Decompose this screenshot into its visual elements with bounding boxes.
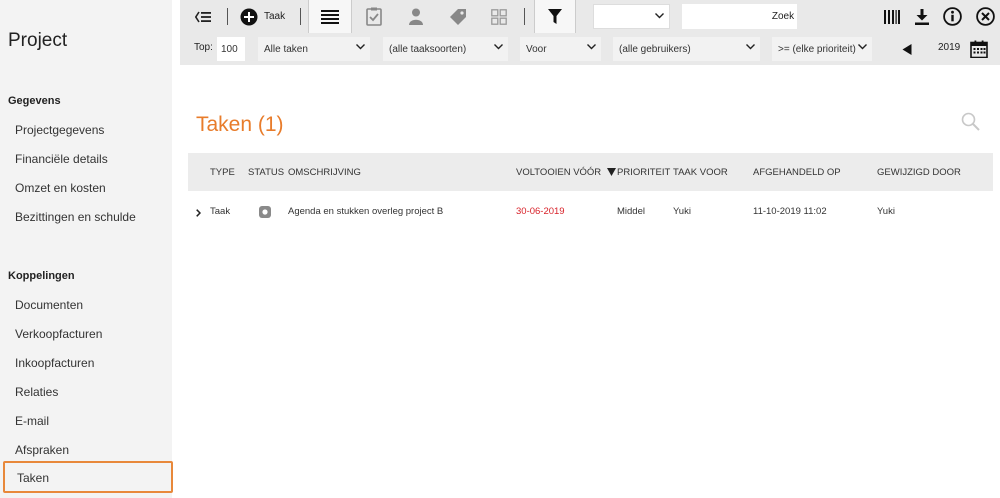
sidebar-item-omzet-en-kosten[interactable]: Omzet en kosten bbox=[15, 181, 106, 195]
sidebar: Project Gegevens Projectgegevens Financi… bbox=[0, 0, 173, 498]
row-due-date: 30-06-2019 bbox=[516, 206, 565, 217]
chevron-down-icon bbox=[356, 44, 365, 50]
sidebar-item-projectgegevens[interactable]: Projectgegevens bbox=[15, 123, 104, 137]
users-value: (alle gebruikers) bbox=[619, 43, 691, 55]
row-priority: Middel bbox=[617, 206, 645, 217]
date-mode-value: Voor bbox=[526, 43, 547, 55]
top-label: Top: bbox=[194, 42, 213, 53]
chevron-down-icon bbox=[858, 44, 867, 50]
column-header-completed-on[interactable]: AFGEHANDELD OP bbox=[753, 167, 841, 178]
sort-descending-icon bbox=[606, 168, 616, 176]
download-icon bbox=[915, 8, 929, 25]
row-type: Taak bbox=[210, 206, 231, 217]
view-dropdown[interactable] bbox=[593, 4, 670, 29]
calendar-icon bbox=[970, 40, 988, 58]
toolbar: Taak Zoek bbox=[180, 0, 1000, 33]
column-header-due-label: VOLTOOIEN VÓÓR bbox=[516, 167, 602, 178]
sidebar-item-bezittingen-en-schulden[interactable]: Bezittingen en schulde bbox=[15, 210, 136, 224]
collapse-sidebar-button[interactable] bbox=[190, 0, 216, 33]
top-count-input[interactable]: 100 bbox=[217, 37, 245, 61]
grid-view-button[interactable] bbox=[486, 0, 512, 33]
toolbar-separator bbox=[524, 8, 525, 25]
sidebar-item-documenten[interactable]: Documenten bbox=[15, 298, 83, 312]
toolbar-separator bbox=[227, 8, 228, 25]
sidebar-item-relaties[interactable]: Relaties bbox=[15, 385, 58, 399]
row-completed-on: 11-10-2019 11:02 bbox=[753, 206, 827, 217]
sidebar-item-financiele-details[interactable]: Financiële details bbox=[15, 152, 108, 166]
filter-button[interactable] bbox=[534, 0, 576, 33]
chevron-down-icon bbox=[494, 44, 503, 50]
sidebar-item-inkoopfacturen[interactable]: Inkoopfacturen bbox=[15, 356, 94, 370]
column-header-modified-by[interactable]: GEWIJZIGD DOOR bbox=[877, 167, 961, 178]
chevron-down-icon bbox=[587, 44, 596, 50]
task-type-select[interactable]: (alle taaksoorten) bbox=[383, 37, 508, 61]
person-icon bbox=[409, 8, 423, 25]
date-mode-select[interactable]: Voor bbox=[520, 37, 601, 61]
grid-icon bbox=[491, 8, 507, 25]
expand-chevron-icon[interactable] bbox=[196, 209, 201, 217]
list-view-button[interactable] bbox=[308, 0, 352, 33]
collapse-menu-icon bbox=[195, 11, 211, 22]
chevron-down-icon bbox=[746, 44, 755, 50]
filter-funnel-icon bbox=[548, 8, 562, 24]
section-heading-gegevens: Gegevens bbox=[8, 95, 61, 107]
task-scope-value: Alle taken bbox=[264, 43, 308, 55]
table-header: TYPE STATUS OMSCHRIJVING VOLTOOIEN VÓÓR … bbox=[188, 153, 993, 191]
sidebar-item-taken[interactable]: Taken bbox=[3, 461, 173, 493]
info-button[interactable] bbox=[940, 0, 964, 33]
task-type-value: (alle taaksoorten) bbox=[389, 43, 467, 55]
year-label: 2019 bbox=[938, 42, 961, 53]
sidebar-item-email[interactable]: E-mail bbox=[15, 414, 49, 428]
calendar-button[interactable] bbox=[968, 37, 990, 61]
section-heading-koppelingen: Koppelingen bbox=[8, 270, 75, 282]
caret-left-icon bbox=[902, 43, 912, 55]
chevron-down-icon bbox=[655, 13, 664, 19]
search-input[interactable] bbox=[682, 4, 769, 29]
column-header-due[interactable]: VOLTOOIEN VÓÓR bbox=[516, 167, 616, 178]
tag-button[interactable] bbox=[445, 0, 471, 33]
column-header-description[interactable]: OMSCHRIJVING bbox=[288, 167, 361, 178]
new-task-label: Taak bbox=[264, 11, 286, 22]
download-button[interactable] bbox=[912, 0, 932, 33]
row-assignee: Yuki bbox=[673, 206, 691, 217]
close-circle-icon bbox=[975, 7, 995, 26]
page-title: Taken (1) bbox=[196, 113, 284, 136]
person-filter-button[interactable] bbox=[403, 0, 429, 33]
column-header-type[interactable]: TYPE bbox=[210, 167, 235, 178]
task-checklist-button[interactable] bbox=[361, 0, 387, 33]
table-row[interactable]: Taak Agenda en stukken overleg project B… bbox=[188, 192, 993, 230]
filter-bar: Top: 100 Alle taken (alle taaksoorten) V… bbox=[180, 33, 1000, 65]
column-header-priority[interactable]: PRIORITEIT bbox=[617, 167, 670, 178]
column-header-status[interactable]: STATUS bbox=[248, 167, 284, 178]
info-icon bbox=[942, 7, 962, 26]
search-button[interactable]: Zoek bbox=[769, 4, 797, 29]
sidebar-item-verkoopfacturen[interactable]: Verkoopfacturen bbox=[15, 327, 102, 341]
column-header-assignee[interactable]: TAAK VOOR bbox=[673, 167, 728, 178]
task-scope-select[interactable]: Alle taken bbox=[258, 37, 370, 61]
toolbar-separator bbox=[300, 8, 301, 25]
clipboard-check-icon bbox=[366, 7, 382, 26]
add-circle-icon bbox=[240, 8, 258, 25]
status-icon bbox=[259, 206, 271, 218]
priority-value: >= (elke prioriteit) bbox=[778, 43, 856, 55]
barcode-button[interactable] bbox=[882, 0, 902, 33]
users-select[interactable]: (alle gebruikers) bbox=[613, 37, 760, 61]
tag-icon bbox=[450, 8, 466, 25]
sidebar-item-afspraken[interactable]: Afspraken bbox=[15, 443, 69, 457]
priority-select[interactable]: >= (elke prioriteit) bbox=[772, 37, 872, 61]
barcode-icon bbox=[884, 9, 900, 24]
new-task-button[interactable]: Taak bbox=[240, 0, 296, 33]
app-title: Project bbox=[8, 30, 68, 51]
search-icon[interactable] bbox=[961, 112, 980, 131]
row-description[interactable]: Agenda en stukken overleg project B bbox=[288, 206, 443, 217]
sidebar-item-taken-label: Taken bbox=[17, 471, 50, 485]
close-button[interactable] bbox=[973, 0, 997, 33]
list-icon bbox=[321, 9, 339, 24]
previous-year-button[interactable] bbox=[898, 37, 916, 61]
row-modified-by: Yuki bbox=[877, 206, 895, 217]
